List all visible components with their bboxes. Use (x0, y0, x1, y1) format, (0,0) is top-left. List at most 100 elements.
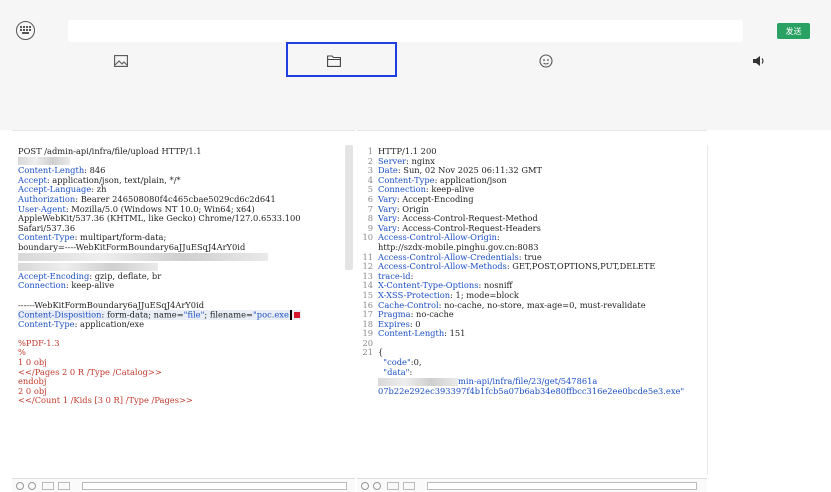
header-key: Connection (378, 184, 426, 195)
request-line (18, 329, 301, 339)
header-key: Date (378, 165, 398, 176)
line-text: : true (518, 251, 542, 262)
header-key: Accept (18, 174, 47, 185)
request-line: %PDF-1.3 (18, 338, 301, 349)
header-key: Access-Control-Allow-Methods (378, 261, 507, 272)
keyboard-icon[interactable] (16, 21, 35, 40)
prev-button[interactable] (42, 482, 54, 490)
request-line: boundary=----WebKitFormBoundary6aJJuESqJ… (18, 241, 301, 253)
header-key: trace-id (378, 270, 411, 281)
request-search-input[interactable] (82, 482, 347, 490)
settings-icon[interactable] (28, 482, 36, 490)
string-literal: "code" (383, 357, 411, 368)
string-literal: "data" (383, 366, 410, 377)
line-text: : keep-alive (425, 184, 475, 195)
line-text: Safari/537.36 (18, 222, 76, 233)
header-key: Access-Control-Allow-Origin (378, 232, 497, 243)
line-text: : Origin (396, 203, 430, 214)
next-button[interactable] (403, 482, 415, 490)
line-text: : Access-Control-Request-Headers (396, 222, 541, 233)
request-line (18, 253, 301, 263)
line-text: : nosniff (478, 280, 513, 291)
request-line: % (18, 348, 301, 358)
header-key: Content-Length (18, 165, 85, 176)
line-text: : 0 (409, 318, 421, 329)
folder-icon[interactable] (326, 51, 342, 71)
header-key: Content-Type (18, 232, 75, 243)
line-text: : gzip, deflate, br (89, 270, 162, 281)
line-text: ; filename= (204, 309, 253, 320)
line-text: : no-cache (410, 309, 454, 320)
string-literal: 07b22e292ec393397f4b1fcb5a07b6ab34e80ffb… (378, 385, 685, 396)
line-text: : 846 (84, 165, 106, 176)
request-line: Content-Type: application/exe (18, 318, 301, 330)
settings-icon[interactable] (373, 482, 381, 490)
line-text: :0, (410, 357, 422, 368)
line-text: : application/json, text/plain, */* (46, 174, 181, 185)
line-text: : (409, 366, 413, 377)
next-button[interactable] (58, 482, 70, 490)
header-key: Connection (18, 280, 66, 291)
marker-icon (293, 312, 300, 319)
line-text: POST /admin-api/infra/file/upload HTTP/1… (18, 146, 202, 156)
response-pane[interactable]: 1 HTTP/1.1 200 2 Server: nginx 3 Date: Sun, 0… (357, 130, 707, 492)
line-text: : (496, 232, 500, 243)
header-key: Vary (378, 213, 397, 224)
line-text: : no-cache, no-store, max-age=0, must-re… (438, 299, 646, 310)
redacted-block (18, 157, 70, 166)
line-text: % (18, 347, 26, 358)
image-icon[interactable] (113, 51, 129, 71)
line-number: 10 (362, 232, 373, 243)
response-line: 19 Content-Length: 151 (361, 328, 684, 339)
line-text: : Mozilla/5.0 (Windows NT 10.0; Win64; x… (65, 203, 255, 214)
help-icon[interactable] (361, 482, 369, 490)
line-text: : GET,POST,OPTIONS,PUT,DELETE (506, 261, 656, 272)
header-key: Cache-Control (378, 299, 439, 310)
response-editor[interactable]: 1 HTTP/1.1 200 2 Server: nginx 3 Date: Sun, 0… (361, 146, 685, 396)
line-text: : 1; mode=block (450, 289, 519, 300)
line-text: : Access-Control-Request-Method (396, 213, 538, 224)
line-text: : keep-alive (65, 280, 115, 291)
line-text: : (410, 270, 414, 281)
header-key: Authorization (18, 193, 76, 204)
line-text: : application/json (434, 174, 507, 185)
response-search-bar (357, 478, 707, 492)
emoji-icon[interactable] (538, 51, 554, 71)
message-input[interactable] (68, 20, 743, 42)
string-literal: "file" (183, 309, 205, 320)
line-text: { (378, 347, 384, 358)
redacted-block (378, 377, 458, 386)
string-literal: min-api/infra/file/23/get/547861a (458, 376, 598, 387)
prev-button[interactable] (387, 482, 399, 490)
pane-divider (707, 145, 708, 475)
line-text: : application/exe (74, 318, 145, 329)
header-key: Content-Length (378, 328, 445, 339)
line-text: 1 0 obj (18, 357, 47, 368)
speaker-icon[interactable] (751, 51, 767, 71)
header-key: Vary (378, 193, 397, 204)
line-number: 21 (362, 347, 373, 358)
line-text: : Sun, 02 Nov 2025 06:11:32 GMT (397, 165, 543, 176)
line-text: http://szdx-mobile.pinghu.gov.cn:8083 (378, 241, 539, 252)
help-icon[interactable] (16, 482, 24, 490)
header-key: Server (378, 155, 407, 166)
request-line: POST /admin-api/infra/file/upload HTTP/1… (18, 146, 301, 157)
line-text: boundary=----WebKitFormBoundary6aJJuESqJ… (18, 241, 246, 252)
header-key: User-Agent (18, 203, 66, 214)
header-key: Content-Type (378, 174, 435, 185)
line-text: AppleWebKit/537.36 (KHTML, like Gecko) C… (18, 213, 301, 224)
line-text: <</Count 1 /Kids [3 0 R] /Type /Pages>> (18, 395, 193, 406)
line-text: : 151 (444, 328, 466, 339)
header-key: Vary (378, 222, 397, 233)
line-text: : multipart/form-data; (74, 232, 167, 243)
line-text: : Accept-Encoding (396, 193, 474, 204)
header-key: Content-Type (18, 318, 75, 329)
request-pane[interactable]: POST /admin-api/infra/file/upload HTTP/1… (12, 130, 355, 492)
send-button[interactable]: 发送 (777, 23, 810, 39)
request-editor[interactable]: POST /admin-api/infra/file/upload HTTP/1… (18, 146, 301, 406)
request-scrollbar[interactable] (345, 145, 353, 270)
response-search-input[interactable] (427, 482, 697, 490)
request-search-bar (12, 478, 355, 492)
header-key: X-XSS-Protection (378, 289, 451, 300)
line-text: : zh (91, 184, 107, 195)
